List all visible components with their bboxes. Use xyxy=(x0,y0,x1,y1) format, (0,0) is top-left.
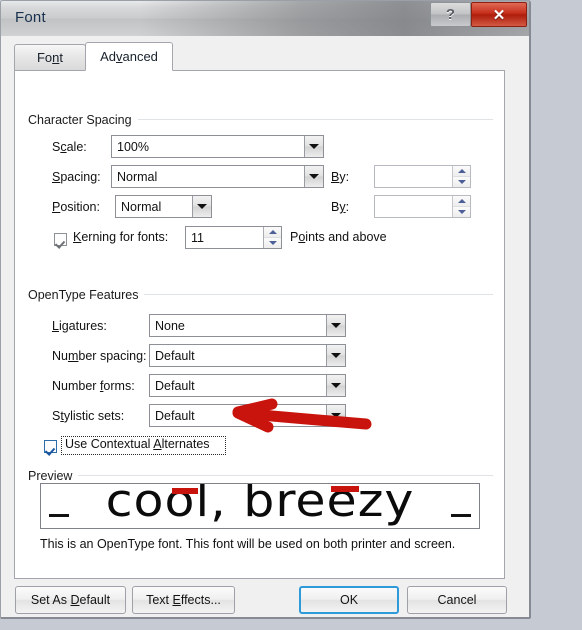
number-forms-combobox[interactable]: Default xyxy=(149,374,346,397)
position-label: Position: xyxy=(52,200,100,214)
spacing-label-row: Spacing: xyxy=(52,170,101,184)
position-by-label: By: xyxy=(331,200,350,214)
ligatures-label-row: Ligatures: xyxy=(52,319,107,333)
tab-font-label: Font xyxy=(36,50,64,65)
text-effects-label: Text Effects... xyxy=(146,593,221,607)
stylistic-sets-label-row: Stylistic sets: xyxy=(52,409,124,423)
stylistic-sets-value: Default xyxy=(155,408,195,423)
spacing-value: Normal xyxy=(117,169,158,184)
font-dialog: Font ? ✕ Font Advanced Character Spacing… xyxy=(0,0,531,619)
spacing-by-label: By: xyxy=(331,170,350,184)
kerning-size-value: 11 xyxy=(191,230,204,245)
window-title: Font xyxy=(15,9,46,26)
dialog-client-area: Font Advanced Character Spacing Scale: 1… xyxy=(1,36,529,617)
set-as-default-button[interactable]: Set As Default xyxy=(15,586,126,614)
spinner-buttons[interactable] xyxy=(263,227,281,248)
kerning-size-spinner[interactable]: 11 xyxy=(185,226,282,249)
chevron-down-icon[interactable] xyxy=(326,345,345,366)
chevron-down-icon[interactable] xyxy=(192,196,211,217)
text-effects-button[interactable]: Text Effects... xyxy=(132,586,235,614)
font-preview-box: cool, breezy xyxy=(40,483,480,529)
ligatures-combobox[interactable]: None xyxy=(149,314,346,337)
ok-button[interactable]: OK xyxy=(299,586,399,614)
contextual-alternates-label: Use Contextual Alternates xyxy=(65,437,210,451)
preview-sample-text: cool, breezy xyxy=(105,483,415,528)
number-spacing-combobox[interactable]: Default xyxy=(149,344,346,367)
character-spacing-rule xyxy=(135,119,493,120)
spacing-by-label-row: By: xyxy=(331,170,349,184)
number-spacing-value: Default xyxy=(155,348,195,363)
spinner-up-icon[interactable] xyxy=(264,227,281,237)
contextual-alternates-label-row: Use Contextual Alternates xyxy=(65,437,210,451)
kerning-checkbox[interactable] xyxy=(54,233,67,246)
cancel-button[interactable]: Cancel xyxy=(407,586,507,614)
title-bar: Font ? ✕ xyxy=(1,1,529,37)
close-icon[interactable]: ✕ xyxy=(471,2,527,27)
scale-label-row: Scale: xyxy=(52,140,87,154)
scale-label: Scale: xyxy=(52,140,87,154)
spacing-label: Spacing: xyxy=(52,170,101,184)
chevron-down-icon[interactable] xyxy=(326,375,345,396)
position-value: Normal xyxy=(121,199,162,214)
preview-group-label: Preview xyxy=(28,469,79,483)
position-by-spinner[interactable] xyxy=(374,195,471,218)
number-forms-label-row: Number forms: xyxy=(52,379,135,393)
tab-advanced[interactable]: Advanced xyxy=(85,42,173,71)
kerning-label-row: Kerning for fonts: xyxy=(73,230,168,244)
kerning-label: Kerning for fonts: xyxy=(73,230,169,244)
ok-label: OK xyxy=(339,593,359,607)
chevron-down-icon[interactable] xyxy=(326,315,345,336)
spinner-up-icon[interactable] xyxy=(453,196,470,206)
position-combobox[interactable]: Normal xyxy=(115,195,212,218)
spacing-combobox[interactable]: Normal xyxy=(111,165,324,188)
help-icon[interactable]: ? xyxy=(430,2,471,27)
chevron-down-icon[interactable] xyxy=(304,166,323,187)
number-spacing-label: Number spacing: xyxy=(52,349,147,363)
spinner-buttons[interactable] xyxy=(452,196,470,217)
tab-font[interactable]: Font xyxy=(14,44,86,71)
number-spacing-label-row: Number spacing: xyxy=(52,349,147,363)
position-by-label-row: By: xyxy=(331,200,349,214)
advanced-tab-page: Character Spacing Scale: 100% Spacing: N… xyxy=(14,70,505,579)
chevron-down-icon[interactable] xyxy=(304,136,323,157)
stylistic-sets-combobox[interactable]: Default xyxy=(149,404,346,427)
character-spacing-group-label: Character Spacing xyxy=(28,113,138,127)
scale-combobox[interactable]: 100% xyxy=(111,135,324,158)
stylistic-sets-label: Stylistic sets: xyxy=(52,409,125,423)
preview-note: This is an OpenType font. This font will… xyxy=(40,537,456,551)
spinner-down-icon[interactable] xyxy=(264,237,281,248)
ligatures-value: None xyxy=(155,318,185,333)
position-label-row: Position: xyxy=(52,200,100,214)
kerning-suffix-label: Points and above xyxy=(290,230,387,244)
spacing-by-spinner[interactable] xyxy=(374,165,471,188)
spinner-buttons[interactable] xyxy=(452,166,470,187)
chevron-down-icon[interactable] xyxy=(326,405,345,426)
contextual-alternates-checkbox[interactable] xyxy=(44,440,57,453)
scale-value: 100% xyxy=(117,139,149,154)
tab-advanced-label: Advanced xyxy=(100,49,158,64)
preview-rule xyxy=(77,475,493,476)
opentype-group-label: OpenType Features xyxy=(28,288,145,302)
spinner-down-icon[interactable] xyxy=(453,206,470,217)
ligatures-label: Ligatures: xyxy=(52,319,107,333)
cancel-label: Cancel xyxy=(437,593,477,607)
opentype-rule xyxy=(140,294,493,295)
number-forms-label: Number forms: xyxy=(52,379,135,393)
set-as-default-label: Set As Default xyxy=(30,593,111,607)
spinner-up-icon[interactable] xyxy=(453,166,470,176)
number-forms-value: Default xyxy=(155,378,195,393)
spinner-down-icon[interactable] xyxy=(453,176,470,187)
kerning-suffix-row: Points and above xyxy=(290,230,387,244)
